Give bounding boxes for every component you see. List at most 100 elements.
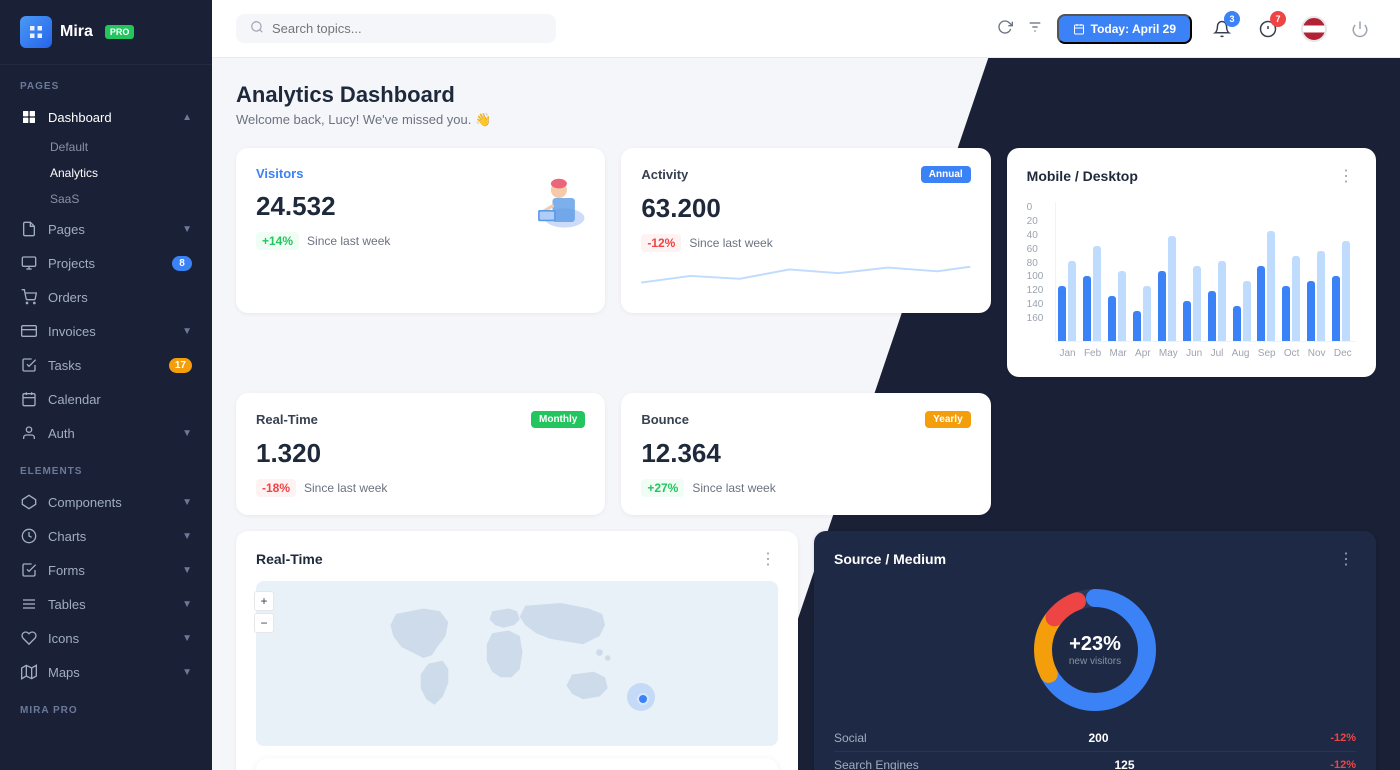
source-row-search: Search Engines 125 -12% [834,752,1356,770]
realtime-card: Real-Time Monthly 1.320 -18% Since last … [236,393,605,515]
chevron-icon: ▼ [182,565,192,576]
charts-icon [20,527,38,545]
topbar-actions: Today: April 29 3 7 [997,13,1376,45]
sidebar-item-components[interactable]: Components ▼ [0,485,212,519]
sidebar-sub-analytics[interactable]: Analytics [0,160,212,186]
chart-menu-icon[interactable]: ⋮ [1338,166,1356,186]
donut-pct: +23% [1069,633,1121,656]
sidebar-item-charts[interactable]: Charts ▼ [0,519,212,553]
sidebar-item-auth[interactable]: Auth ▼ [0,416,212,450]
bounce-value: 12.364 [641,438,970,469]
sidebar-item-dashboard[interactable]: Dashboard ▲ [0,100,212,134]
dashboard-icon [20,108,38,126]
sidebar-item-invoices[interactable]: Invoices ▼ [0,314,212,348]
sidebar-item-icons[interactable]: Icons ▼ [0,621,212,655]
realtime-value: 1.320 [256,438,585,469]
realtime-footer: -18% Since last week [256,479,585,497]
donut-chart-area: +23% new visitors [834,585,1356,715]
dashboard-label: Dashboard [48,110,172,125]
source-search-name: Search Engines [834,758,919,770]
icons-label: Icons [48,631,172,646]
sidebar-item-calendar[interactable]: Calendar [0,382,212,416]
search-icon [250,20,264,37]
tables-icon [20,595,38,613]
invoices-label: Invoices [48,324,172,339]
source-social-change: -12% [1330,732,1356,744]
date-button[interactable]: Today: April 29 [1057,14,1192,44]
sidebar-item-pages[interactable]: Pages ▼ [0,212,212,246]
chart-title: Mobile / Desktop [1027,168,1138,184]
sidebar-item-tasks[interactable]: Tasks 17 [0,348,212,382]
projects-badge: 8 [172,256,192,271]
tasks-icon [20,356,38,374]
chevron-icon: ▼ [182,497,192,508]
source-row-social: Social 200 -12% [834,725,1356,752]
activity-footer: -12% Since last week [641,234,970,252]
page-content: Analytics Dashboard Welcome back, Lucy! … [212,58,1400,770]
filter-icon[interactable] [1027,19,1043,38]
sidebar-item-maps[interactable]: Maps ▼ [0,655,212,689]
alerts-button[interactable]: 7 [1252,13,1284,45]
chevron-icon: ▼ [182,667,192,678]
source-search-change: -12% [1330,759,1356,770]
source-medium-card: Source / Medium ⋮ [814,531,1376,770]
zoom-out-button[interactable]: − [254,613,274,633]
chevron-icon: ▼ [182,633,192,644]
bounce-since: Since last week [692,481,775,495]
sidebar-item-forms[interactable]: Forms ▼ [0,553,212,587]
forms-icon [20,561,38,579]
realtime-since: Since last week [304,481,387,495]
chevron-icon: ▼ [182,531,192,542]
map-title: Real-Time [256,551,323,567]
projects-label: Projects [48,256,162,271]
pro-badge: PRO [105,25,135,39]
pages-label: Pages [48,222,172,237]
refresh-icon[interactable] [997,19,1013,38]
power-button[interactable] [1344,13,1376,45]
section-label-mirapro: MIRA PRO [0,689,212,724]
mobile-desktop-chart: Mobile / Desktop ⋮ 160140120100 80604020… [1007,148,1376,377]
date-label: Today: April 29 [1091,22,1176,36]
flag-icon [1301,16,1327,42]
notifications-button[interactable]: 3 [1206,13,1238,45]
icons-icon [20,629,38,647]
auth-icon [20,424,38,442]
components-icon [20,493,38,511]
sidebar-item-projects[interactable]: Projects 8 [0,246,212,280]
tasks-label: Tasks [48,358,159,373]
bounce-change: +27% [641,479,684,497]
maps-label: Maps [48,665,172,680]
map-menu-icon[interactable]: ⋮ [760,549,778,569]
notif-badge-2: 7 [1270,11,1286,27]
chevron-icon: ▲ [182,112,192,123]
sidebar-sub-saas[interactable]: SaaS [0,186,212,212]
flag-button[interactable] [1298,13,1330,45]
activity-tag: Annual [921,166,971,183]
bounce-label: Bounce [641,412,689,427]
bounce-tag: Yearly [925,411,970,428]
sidebar-item-tables[interactable]: Tables ▼ [0,587,212,621]
main-content: Today: April 29 3 7 Analytics Dashboard … [212,0,1400,770]
tech-icons-card: TS JS [256,758,778,770]
section-label-pages: PAGES [0,65,212,100]
realtime-label: Real-Time [256,412,318,427]
chevron-icon: ▼ [182,326,192,337]
sidebar-item-orders[interactable]: Orders [0,280,212,314]
activity-value: 63.200 [641,193,970,224]
section-label-elements: ELEMENTS [0,450,212,485]
activity-label: Activity [641,167,688,182]
topbar: Today: April 29 3 7 [212,0,1400,58]
realtime-map-card: Real-Time ⋮ + − [236,531,798,770]
chevron-icon: ▼ [182,428,192,439]
realtime-tag: Monthly [531,411,585,428]
page-subtitle: Welcome back, Lucy! We've missed you. 👋 [236,112,1376,128]
source-menu-icon[interactable]: ⋮ [1338,549,1356,569]
zoom-in-button[interactable]: + [254,591,274,611]
search-input[interactable] [272,21,542,36]
maps-icon [20,663,38,681]
chevron-icon: ▼ [182,599,192,610]
activity-card: Activity Annual 63.200 -12% Since last w… [621,148,990,313]
sidebar-sub-default[interactable]: Default [0,134,212,160]
projects-icon [20,254,38,272]
notif-badge-1: 3 [1224,11,1240,27]
